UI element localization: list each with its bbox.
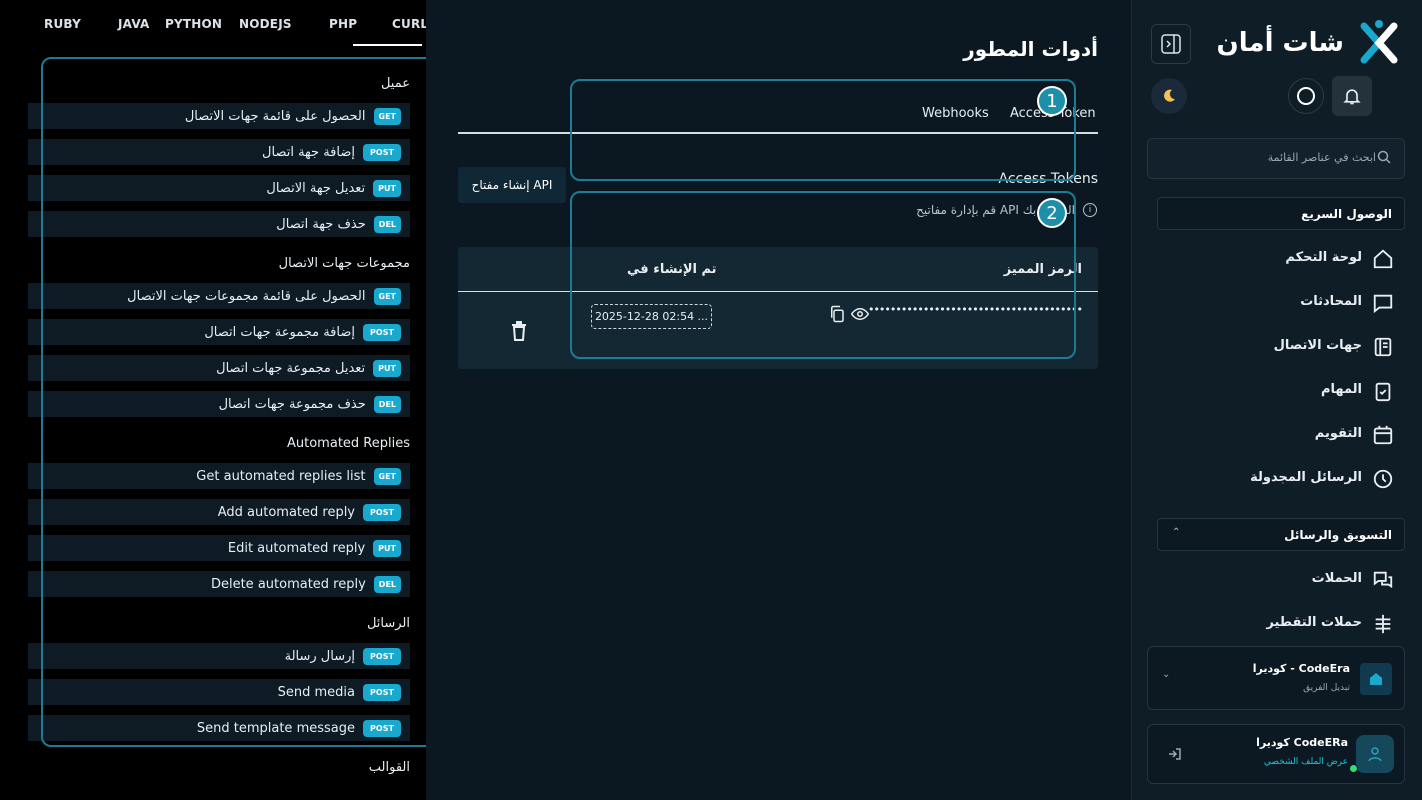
create-api-key-button[interactable]: إنشاء مفتاح API [458, 167, 566, 203]
calendar-icon [1373, 425, 1393, 445]
chevron-up-icon: ⌃ [1172, 527, 1181, 538]
collapse-sidebar-button[interactable] [1151, 24, 1191, 64]
sidebar-item-conversations[interactable]: المحادثات [1300, 294, 1362, 309]
chevron-down-icon: ⌄ [1162, 669, 1171, 680]
status-button[interactable] [1288, 78, 1324, 114]
logout-icon[interactable] [1168, 747, 1182, 761]
panel-icon [1161, 34, 1181, 54]
logo-icon [1360, 20, 1398, 64]
highlight-box-2 [570, 191, 1076, 359]
building-icon [1370, 673, 1382, 685]
drip-icon [1375, 614, 1391, 634]
sidebar-item-drip-campaigns[interactable]: حملات التقطير [1266, 615, 1362, 630]
team-action: تبديل الفريق [1303, 683, 1350, 693]
marker-1: 1 [1037, 86, 1067, 116]
sidebar-item-contacts[interactable]: جهات الاتصال [1274, 338, 1362, 353]
sidebar-item-calendar[interactable]: التقويم [1315, 426, 1362, 441]
sidebar-item-campaigns[interactable]: الحملات [1312, 571, 1362, 586]
search-icon [1377, 150, 1391, 164]
quick-access-header[interactable]: الوصول السريع [1157, 197, 1405, 230]
section-title: القوالب [368, 760, 410, 775]
online-status-dot [1349, 764, 1358, 773]
profile-name: كوديرا CodeERa [1256, 736, 1348, 749]
profile-card[interactable]: كوديرا CodeERa عرض الملف الشخصي [1147, 724, 1405, 784]
sidebar-item-scheduled-messages[interactable]: الرسائل المجدولة [1250, 470, 1362, 485]
marketing-label: التسويق والرسائل [1284, 527, 1392, 542]
campaigns-icon [1373, 571, 1393, 589]
sidebar-item-tasks[interactable]: المهام [1321, 382, 1362, 397]
contacts-icon [1374, 337, 1392, 357]
highlight-box-1 [570, 79, 1076, 181]
user-icon [1368, 747, 1382, 762]
team-name: كوديرا - CodeEra [1252, 662, 1350, 675]
page-title: أدوات المطور [963, 37, 1098, 61]
search-placeholder: ابحث في عناصر القائمة [1267, 151, 1376, 164]
team-avatar [1360, 663, 1392, 695]
notifications-button[interactable] [1332, 76, 1372, 116]
lang-tab-ruby[interactable]: RUBY [44, 17, 81, 31]
home-icon [1373, 249, 1393, 269]
moon-icon [1164, 89, 1175, 102]
trash-icon[interactable] [511, 321, 527, 341]
marker-2: 2 [1037, 198, 1067, 228]
marketing-header[interactable]: ⌃ التسويق والرسائل [1157, 518, 1405, 551]
highlight-box-3 [41, 57, 480, 747]
lang-tab-java[interactable]: JAVA [118, 17, 150, 31]
app-logo-text: شات أمان [1216, 28, 1344, 58]
team-switcher[interactable]: كوديرا - CodeEra تبديل الفريق ⌄ [1147, 646, 1405, 710]
lang-tab-nodejs[interactable]: NODEJS [239, 17, 292, 31]
clock-icon [1373, 469, 1393, 489]
lang-tab-php[interactable]: PHP [329, 17, 357, 31]
lang-tab-python[interactable]: PYTHON [165, 17, 222, 31]
clipboard-icon [1375, 382, 1391, 402]
chat-icon [1373, 294, 1393, 314]
profile-action: عرض الملف الشخصي [1263, 757, 1348, 767]
circle-icon [1297, 87, 1315, 105]
info-icon: i [1083, 203, 1097, 217]
lang-tab-curl[interactable]: CURL [392, 17, 428, 31]
avatar [1356, 735, 1394, 773]
dark-mode-toggle[interactable] [1151, 78, 1187, 114]
active-lang-indicator [353, 44, 422, 46]
bell-icon [1343, 89, 1361, 105]
sidebar-item-dashboard[interactable]: لوحة التحكم [1285, 250, 1362, 265]
